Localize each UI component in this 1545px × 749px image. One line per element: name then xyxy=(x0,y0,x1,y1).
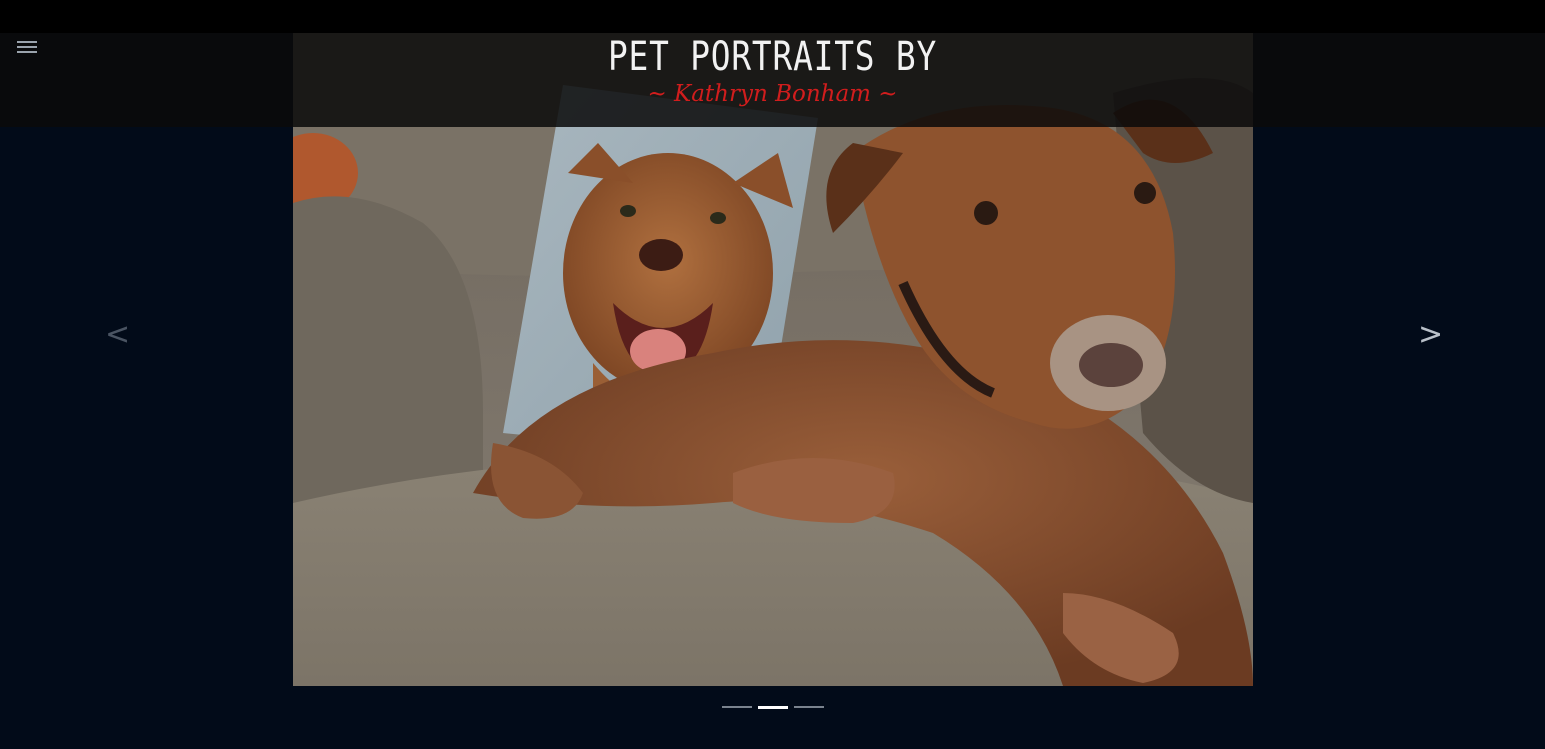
page: PET PORTRAITS BY ~ Kathryn Bonham ~ < > xyxy=(0,0,1545,749)
slide-dot-3[interactable] xyxy=(794,706,824,708)
site-logo[interactable]: PET PORTRAITS BY ~ Kathryn Bonham ~ xyxy=(560,33,985,127)
slide-pagination xyxy=(722,706,824,710)
site-subtitle: ~ Kathryn Bonham ~ xyxy=(647,81,898,107)
slide-image xyxy=(293,33,1253,686)
top-strip xyxy=(0,0,1545,33)
prev-slide-button[interactable]: < xyxy=(105,318,130,352)
dog-photo xyxy=(293,33,1253,686)
next-slide-button[interactable]: > xyxy=(1418,318,1443,352)
slide-dot-1[interactable] xyxy=(722,706,752,708)
slide-dot-2[interactable] xyxy=(758,706,788,709)
site-title: PET PORTRAITS BY xyxy=(607,34,938,80)
hamburger-menu-icon[interactable] xyxy=(16,38,38,56)
